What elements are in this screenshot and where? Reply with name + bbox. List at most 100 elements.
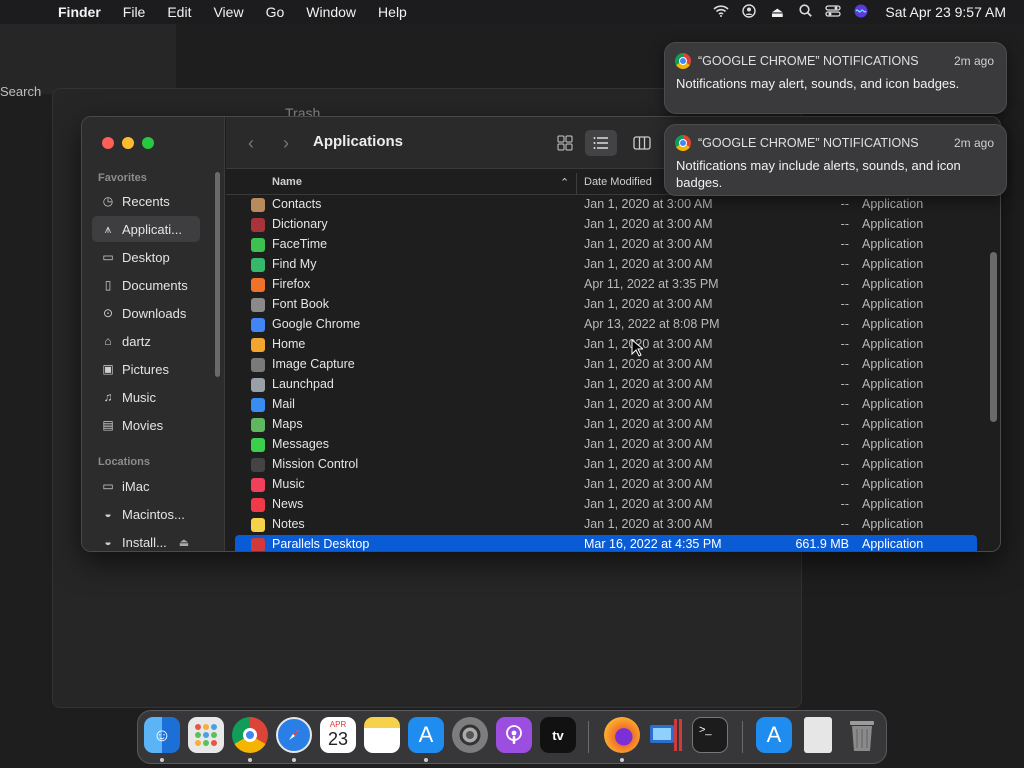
app-icon [251,278,265,292]
sidebar-scrollbar[interactable] [215,172,220,377]
sidebar-item-label: Install... [122,534,167,550]
menu-clock[interactable]: Sat Apr 23 9:57 AM [885,4,1006,20]
search-icon[interactable] [791,4,819,20]
table-row[interactable]: Maps Jan 1, 2020 at 3:00 AM -- Application [235,415,977,435]
table-row[interactable]: Parallels Desktop Mar 16, 2022 at 4:35 PM… [235,535,977,551]
sidebar-location-install[interactable]: ◒ Install... ⏏ [92,529,200,551]
row-kind: Application [862,257,924,271]
terminal-icon[interactable]: >_ [692,717,728,753]
name-column-header[interactable]: Name [272,176,302,188]
table-row[interactable]: Google Chrome Apr 13, 2022 at 8:08 PM -- Ap… [235,315,977,335]
menu-view[interactable]: View [213,4,243,20]
zoom-button[interactable] [142,137,154,149]
trash-icon[interactable] [844,717,880,753]
back-icon[interactable]: ‹ [248,133,254,154]
podcasts-icon[interactable] [496,717,532,753]
table-row[interactable]: Home Jan 1, 2020 at 3:00 AM -- Application [235,335,977,355]
table-row[interactable]: Contacts Jan 1, 2020 at 3:00 AM -- Applicat… [235,195,977,215]
app-icon [251,378,265,392]
sidebar-item-label: iMac [122,478,150,494]
notification-body: Notifications may alert, sounds, and ico… [676,76,960,91]
chrome-icon[interactable] [232,717,268,753]
column-view-button[interactable] [626,130,658,156]
sidebar-item-documents[interactable]: ▯ Documents [92,272,200,298]
system-preferences-icon[interactable] [452,717,488,753]
table-row[interactable]: Image Capture Jan 1, 2020 at 3:00 AM -- App… [235,355,977,375]
row-date: Jan 1, 2020 at 3:00 AM [584,337,713,351]
sidebar-item-music[interactable]: ♫ Music [92,384,200,410]
table-row[interactable]: Music Jan 1, 2020 at 3:00 AM -- Application [235,475,977,495]
app-icon [251,338,265,352]
menu-help[interactable]: Help [378,4,407,20]
menu-go[interactable]: Go [266,4,285,20]
window-title: Applications [313,133,404,150]
row-size: -- [840,277,849,291]
siri-icon[interactable] [847,4,875,21]
minimize-button[interactable] [122,137,134,149]
table-row[interactable]: News Jan 1, 2020 at 3:00 AM -- Application [235,495,977,515]
table-row[interactable]: Mission Control Jan 1, 2020 at 3:00 AM -- A… [235,455,977,475]
parallels-icon[interactable] [648,717,684,753]
list-view-button[interactable] [585,130,617,156]
table-row[interactable]: Find My Jan 1, 2020 at 3:00 AM -- Applicati… [235,255,977,275]
sidebar-item-label: Downloads [122,305,187,321]
user-icon[interactable] [735,3,763,21]
notification[interactable]: “GOOGLE CHROME” NOTIFICATIONS 2m ago Not… [664,124,1007,196]
menu-finder[interactable]: Finder [58,4,101,20]
sidebar-item-downloads[interactable]: ⊙ Downloads [92,300,200,326]
app-store-icon[interactable]: A [408,717,444,753]
row-name: Music [272,477,305,491]
table-row[interactable]: Launchpad Jan 1, 2020 at 3:00 AM -- Applica… [235,375,977,395]
launchpad-icon[interactable] [188,717,224,753]
table-row[interactable]: FaceTime Jan 1, 2020 at 3:00 AM -- Applicat… [235,235,977,255]
safari-icon[interactable] [276,717,312,753]
table-row[interactable]: Messages Jan 1, 2020 at 3:00 AM -- Applicat… [235,435,977,455]
menu-edit[interactable]: Edit [167,4,191,20]
apple-tv-icon[interactable]: tv [540,717,576,753]
table-row[interactable]: Firefox Apr 11, 2022 at 3:35 PM -- Applicat… [235,275,977,295]
sidebar-item-recents[interactable]: ◷ Recents [92,188,200,214]
sidebar-item-pictures[interactable]: ▣ Pictures [92,356,200,382]
row-size: -- [840,237,849,251]
row-date: Jan 1, 2020 at 3:00 AM [584,517,713,531]
eject-icon[interactable]: ⏏ [179,536,189,549]
sidebar-item-dartz[interactable]: ⌂ dartz [92,328,200,354]
notes-icon[interactable] [364,717,400,753]
eject-icon[interactable]: ⏏ [763,4,791,21]
notification[interactable]: “GOOGLE CHROME” NOTIFICATIONS 2m ago Not… [664,42,1007,114]
close-button[interactable] [102,137,114,149]
wifi-icon[interactable] [707,4,735,20]
icon-view-button[interactable] [549,130,581,156]
file-list-scrollbar[interactable] [990,252,997,422]
date-column-header[interactable]: Date Modified [584,176,652,188]
forward-icon[interactable]: › [283,133,289,154]
chrome-icon [675,135,691,151]
menu-file[interactable]: File [123,4,146,20]
table-row[interactable]: Mail Jan 1, 2020 at 3:00 AM -- Application [235,395,977,415]
table-row[interactable]: Dictionary Jan 1, 2020 at 3:00 AM -- Applic… [235,215,977,235]
row-kind: Application [862,197,924,211]
sort-chevron-icon[interactable]: ⌃ [560,176,569,189]
row-date: Apr 13, 2022 at 8:08 PM [584,317,720,331]
firefox-icon[interactable] [604,717,640,753]
sidebar-item-applicati[interactable]: ⩚ Applicati... [92,216,200,242]
documents-stack-icon[interactable] [804,717,832,753]
menu-window[interactable]: Window [306,4,356,20]
control-center-icon[interactable] [819,4,847,20]
sidebar-item-label: Music [122,389,156,405]
row-date: Jan 1, 2020 at 3:00 AM [584,477,713,491]
sidebar-item-desktop[interactable]: ▭ Desktop [92,244,200,270]
table-row[interactable]: Font Book Jan 1, 2020 at 3:00 AM -- Applica… [235,295,977,315]
finder-icon[interactable]: ☺ [144,717,180,753]
table-row[interactable]: Notes Jan 1, 2020 at 3:00 AM -- Application [235,515,977,535]
row-name: Find My [272,257,317,271]
sidebar-location-imac[interactable]: ▭ iMac [92,473,200,499]
calendar-icon[interactable]: APR 23 [320,717,356,753]
row-kind: Application [862,537,924,551]
sidebar-item-movies[interactable]: ▤ Movies [92,412,200,438]
app-icon [251,298,265,312]
sidebar-item-label: Documents [122,277,188,293]
sidebar-location-macintos[interactable]: ◒ Macintos... [92,501,200,527]
applications-folder-icon[interactable]: A [756,717,792,753]
notification-body: Notifications may include alerts, sounds… [676,158,961,190]
